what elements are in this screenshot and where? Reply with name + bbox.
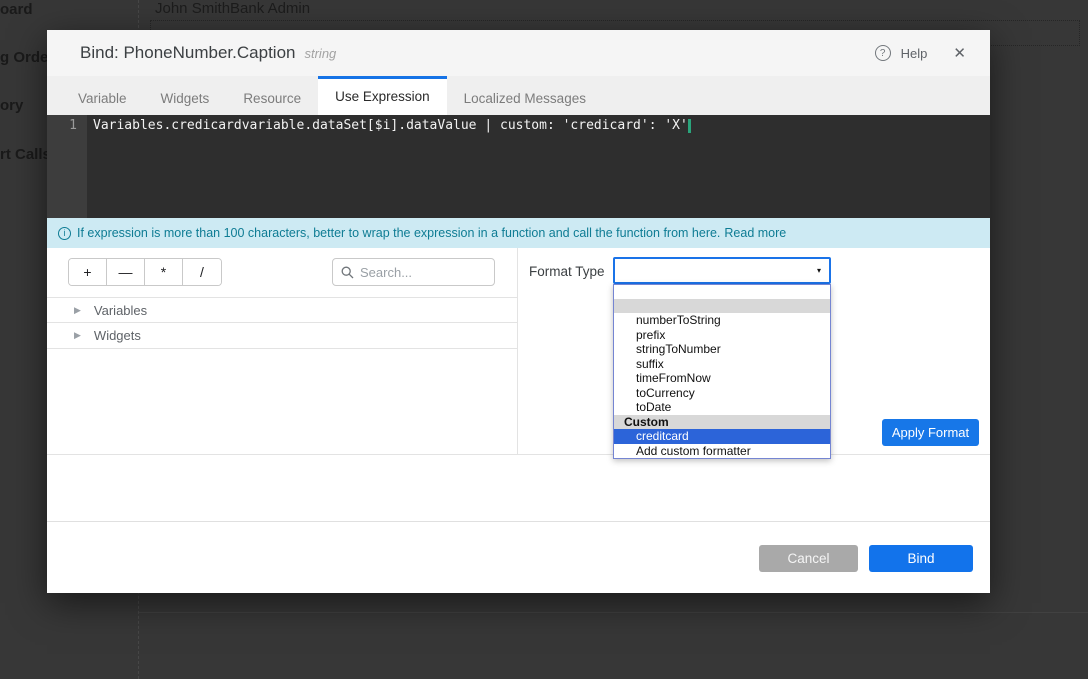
- dropdown-option[interactable]: timeFromNow: [614, 371, 830, 386]
- dialog-tabbar: Variable Widgets Resource Use Expression…: [47, 76, 990, 115]
- dialog-type-label: string: [304, 46, 336, 61]
- sidebar-item-partial[interactable]: ory: [0, 97, 23, 114]
- help-icon[interactable]: ?: [875, 45, 891, 61]
- info-icon: i: [58, 227, 71, 240]
- editor-line-number: 1: [47, 115, 87, 218]
- operator-button-group: + — * /: [68, 258, 222, 286]
- dropdown-option-blank-selected[interactable]: [614, 299, 830, 313]
- info-text: If expression is more than 100 character…: [77, 226, 720, 240]
- expression-text: Variables.credicardvariable.dataSet[$i].…: [93, 118, 688, 133]
- dropdown-option[interactable]: numberToString: [614, 313, 830, 328]
- close-icon[interactable]: ✕: [953, 44, 966, 62]
- search-box[interactable]: [332, 258, 495, 286]
- apply-format-button[interactable]: Apply Format: [882, 419, 979, 446]
- expression-editor[interactable]: 1 Variables.credicardvariable.dataSet[$i…: [47, 115, 990, 218]
- dropdown-option[interactable]: suffix: [614, 357, 830, 372]
- binding-source-tree: ▶ Variables ▶ Widgets: [47, 297, 517, 349]
- tree-item-label: Variables: [94, 303, 147, 318]
- search-input[interactable]: [360, 265, 480, 280]
- sidebar-item-partial[interactable]: rt Calls: [0, 146, 51, 163]
- help-link[interactable]: Help: [901, 46, 928, 61]
- tab-localized-messages[interactable]: Localized Messages: [447, 76, 603, 115]
- search-icon: [341, 266, 354, 279]
- dropdown-arrow-icon: ▾: [817, 266, 821, 275]
- dropdown-option[interactable]: toCurrency: [614, 386, 830, 401]
- sidebar-item-partial[interactable]: oard: [0, 1, 33, 18]
- dropdown-option-blank[interactable]: [614, 285, 830, 299]
- plus-operator-button[interactable]: +: [69, 259, 107, 285]
- format-type-dropdown: numberToString prefix stringToNumber suf…: [613, 284, 831, 459]
- tab-resource[interactable]: Resource: [226, 76, 318, 115]
- tab-variable[interactable]: Variable: [61, 76, 144, 115]
- tab-widgets[interactable]: Widgets: [144, 76, 227, 115]
- read-more-link[interactable]: Read more: [724, 226, 786, 240]
- chevron-right-icon[interactable]: ▶: [74, 330, 81, 341]
- bind-button[interactable]: Bind: [869, 545, 973, 572]
- editor-code-line[interactable]: Variables.credicardvariable.dataSet[$i].…: [87, 115, 990, 218]
- footer-divider: [47, 521, 990, 522]
- dropdown-option-add-custom-formatter[interactable]: Add custom formatter: [614, 444, 830, 459]
- divide-operator-button[interactable]: /: [183, 259, 221, 285]
- dropdown-group-header-custom: Custom: [614, 415, 830, 430]
- multiply-operator-button[interactable]: *: [145, 259, 183, 285]
- dropdown-option[interactable]: prefix: [614, 328, 830, 343]
- dropdown-option-creditcard[interactable]: creditcard: [614, 429, 830, 444]
- dialog-content: + — * / ▶ Variables ▶ Widgets: [47, 248, 990, 455]
- dialog-header: Bind: PhoneNumber.Caption string ? Help …: [47, 30, 990, 76]
- dropdown-option[interactable]: stringToNumber: [614, 342, 830, 357]
- background-form-label: John SmithBank Admin: [155, 0, 310, 17]
- format-type-select[interactable]: ▾: [613, 257, 831, 284]
- tree-item-label: Widgets: [94, 328, 141, 343]
- dropdown-option[interactable]: toDate: [614, 400, 830, 415]
- background-divider: [139, 612, 1088, 613]
- info-bar: i If expression is more than 100 charact…: [47, 218, 990, 248]
- bind-dialog: Bind: PhoneNumber.Caption string ? Help …: [47, 30, 990, 593]
- dialog-title: Bind: PhoneNumber.Caption: [80, 43, 295, 63]
- cancel-button[interactable]: Cancel: [759, 545, 858, 572]
- expression-tools-panel: + — * / ▶ Variables ▶ Widgets: [47, 248, 517, 454]
- minus-operator-button[interactable]: —: [107, 259, 145, 285]
- format-type-label: Format Type: [529, 258, 605, 286]
- format-panel: Format Type ▾ numberToString prefix stri…: [517, 248, 990, 454]
- tree-item-variables[interactable]: ▶ Variables: [47, 297, 517, 323]
- tree-item-widgets[interactable]: ▶ Widgets: [47, 323, 517, 349]
- text-cursor: [688, 119, 691, 133]
- tab-use-expression[interactable]: Use Expression: [318, 76, 447, 115]
- chevron-right-icon[interactable]: ▶: [74, 305, 81, 316]
